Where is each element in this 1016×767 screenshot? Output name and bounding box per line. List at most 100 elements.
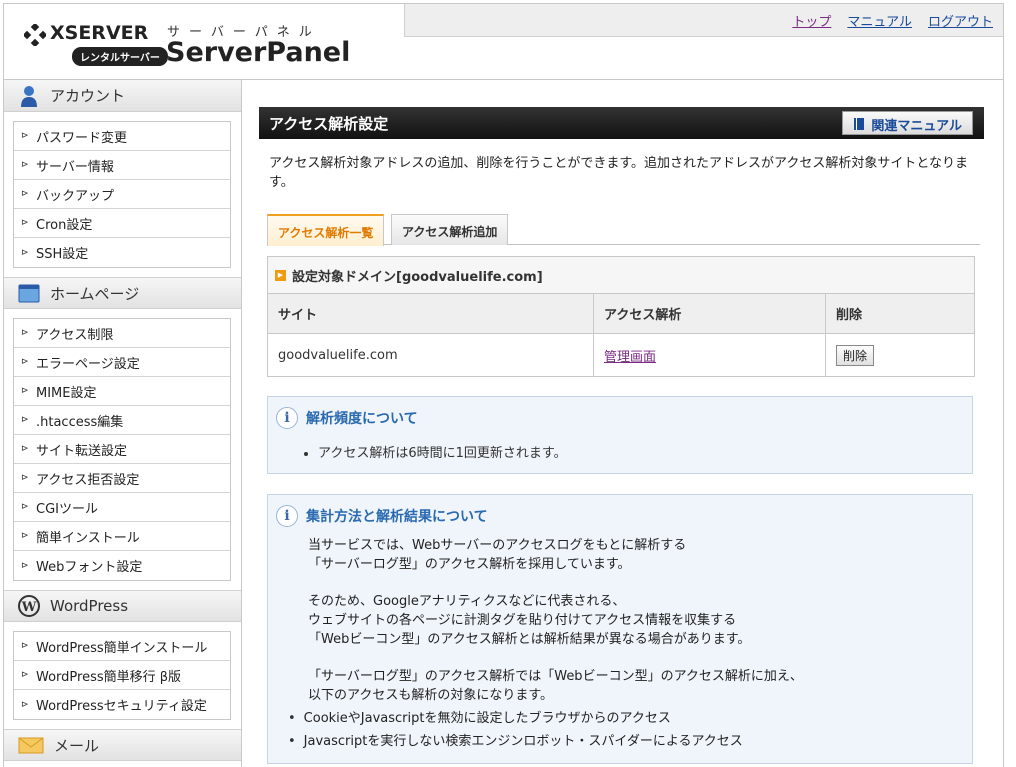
- sidebar-item-label: Webフォント設定: [36, 560, 143, 575]
- sidebar-item-webfont[interactable]: ⊳ Webフォント設定: [14, 551, 230, 580]
- sidebar-item-server-info[interactable]: ⊳ サーバー情報: [14, 151, 230, 180]
- delete-cell: 削除: [826, 334, 974, 376]
- table-header-analysis: アクセス解析: [594, 294, 826, 333]
- panel-title: ServerPanel: [166, 37, 351, 68]
- sidebar-item-easy-install[interactable]: ⊳ 簡単インストール: [14, 522, 230, 551]
- sidebar-section-homepage[interactable]: ホームページ: [4, 277, 241, 309]
- sidebar-section-account[interactable]: アカウント: [4, 80, 241, 112]
- info-title: 解析頻度について: [306, 411, 418, 427]
- top-nav: トップ マニュアル ログアウト: [792, 11, 993, 30]
- page-description: アクセス解析対象アドレスの追加、削除を行うことができます。追加されたアドレスがア…: [269, 156, 969, 190]
- arrow-icon: ⊳: [21, 160, 29, 170]
- sidebar-item-label: SSH設定: [36, 247, 89, 262]
- info-paragraph: そのため、Googleアナリティクスなどに代表される、 ウェブサイトの各ページに計…: [308, 592, 803, 649]
- sidebar-section-wordpress[interactable]: W WordPress: [4, 590, 241, 622]
- info-list: CookieやJavascriptを無効に設定したブラウザからのアクセス Jav…: [288, 707, 803, 753]
- sidebar-item-label: アクセス拒否設定: [36, 472, 140, 488]
- arrow-icon: ⊳: [21, 415, 29, 425]
- sidebar-item-label: .htaccess編集: [36, 414, 124, 430]
- related-manual-button[interactable]: 関連マニュアル: [842, 111, 973, 135]
- table-row: goodvaluelife.com 管理画面 削除: [268, 334, 974, 376]
- sidebar-item-label: サイト転送設定: [36, 443, 128, 459]
- person-icon: [21, 85, 37, 107]
- sidebar-list-homepage: ⊳ アクセス制限 ⊳ エラーページ設定 ⊳ MIME設定 ⊳ .htaccess編集 ⊳…: [13, 318, 231, 581]
- sidebar-item-access-deny[interactable]: ⊳ アクセス拒否設定: [14, 464, 230, 493]
- header-nav-bar: トップ マニュアル ログアウト: [404, 4, 1003, 37]
- sidebar-item-cgi[interactable]: ⊳ CGIツール: [14, 493, 230, 522]
- svg-text:W: W: [21, 600, 37, 615]
- sidebar-item-label: エラーページ設定: [36, 356, 140, 372]
- info-icon: i: [276, 407, 298, 429]
- info-text: 当サービスでは、Webサーバーのアクセスログをもとに解析する 「サーバーログ型」の…: [304, 536, 803, 753]
- info-line: 当サービスでは、Webサーバーのアクセスログをもとに解析する: [308, 538, 687, 553]
- sidebar-item-label: CGIツール: [36, 501, 98, 517]
- sidebar-section-mail[interactable]: メール: [4, 729, 241, 761]
- header: XSERVER レンタルサーバー サーバーパネル ServerPanel トップ…: [3, 3, 1004, 80]
- sidebar-item-label: 簡単インストール: [36, 530, 140, 546]
- info-bullet: Javascriptを実行しない検索エンジンロボット・スパイダーによるアクセス: [288, 730, 803, 753]
- tab-access-list[interactable]: アクセス解析一覧: [267, 214, 385, 246]
- info-title: 集計方法と解析結果について: [306, 509, 488, 525]
- section-title: WordPress: [50, 597, 129, 615]
- sidebar-item-wp-migrate[interactable]: ⊳ WordPress簡単移行 β版: [14, 661, 230, 690]
- arrow-icon: ⊳: [21, 357, 29, 367]
- sidebar-item-ssh[interactable]: ⊳ SSH設定: [14, 238, 230, 267]
- info-line: 以下のアクセスも解析の対象になります。: [308, 688, 554, 703]
- webpage-icon: [18, 284, 40, 303]
- sidebar-item-label: バックアップ: [36, 188, 115, 204]
- sidebar-item-label: パスワード変更: [36, 130, 128, 146]
- nav-logout-link[interactable]: ログアウト: [928, 11, 993, 30]
- info-bullet: CookieやJavascriptを無効に設定したブラウザからのアクセス: [288, 707, 803, 730]
- info-line: 「Webビーコン型」のアクセス解析とは解析結果が異なる場合があります。: [308, 632, 751, 647]
- related-manual-label: 関連マニュアル: [871, 118, 962, 134]
- sidebar-item-password[interactable]: ⊳ パスワード変更: [14, 122, 230, 151]
- sidebar-item-access-limit[interactable]: ⊳ アクセス制限: [14, 319, 230, 348]
- sidebar-item-redirect[interactable]: ⊳ サイト転送設定: [14, 435, 230, 464]
- sidebar-item-label: WordPress簡単インストール: [36, 640, 208, 656]
- arrow-icon: ⊳: [21, 531, 29, 541]
- arrow-icon: ⊳: [21, 218, 29, 228]
- sidebar-item-cron[interactable]: ⊳ Cron設定: [14, 209, 230, 238]
- mail-icon: [18, 737, 44, 754]
- arrow-icon: ⊳: [21, 131, 29, 141]
- info-icon: i: [276, 505, 298, 527]
- sidebar-item-error-page[interactable]: ⊳ エラーページ設定: [14, 348, 230, 377]
- sidebar-item-wp-security[interactable]: ⊳ WordPressセキュリティ設定: [14, 690, 230, 719]
- nav-manual-link[interactable]: マニュアル: [847, 11, 912, 30]
- nav-top-link[interactable]: トップ: [792, 11, 831, 30]
- sidebar-item-label: WordPressセキュリティ設定: [36, 699, 207, 714]
- domain-caption: ▶ 設定対象ドメイン[goodvaluelife.com]: [268, 257, 974, 294]
- logo-name: XSERVER: [50, 22, 149, 44]
- arrow-icon: ⊳: [21, 247, 29, 258]
- arrow-right-icon: ▶: [275, 269, 286, 281]
- sidebar-item-label: サーバー情報: [36, 159, 114, 175]
- wordpress-icon: W: [18, 595, 40, 617]
- admin-page-link[interactable]: 管理画面: [604, 346, 656, 365]
- sidebar-item-wp-install[interactable]: ⊳ WordPress簡単インストール: [14, 632, 230, 661]
- section-title: メール: [54, 736, 100, 755]
- info-line: 「サーバーログ型」のアクセス解析を採用しています。: [308, 557, 631, 572]
- info-box-frequency: i 解析頻度について アクセス解析は6時間に1回更新されます。: [267, 396, 973, 474]
- info-paragraph: 当サービスでは、Webサーバーのアクセスログをもとに解析する 「サーバーログ型」の…: [308, 536, 803, 574]
- sidebar-item-backup[interactable]: ⊳ バックアップ: [14, 180, 230, 209]
- site-cell: goodvaluelife.com: [268, 334, 594, 376]
- tab-access-add[interactable]: アクセス解析追加: [391, 214, 509, 245]
- info-list: アクセス解析は6時間に1回更新されます。: [318, 442, 567, 461]
- sidebar-item-htaccess[interactable]: ⊳ .htaccess編集: [14, 406, 230, 435]
- delete-button[interactable]: 削除: [836, 344, 875, 366]
- arrow-icon: ⊳: [21, 386, 29, 396]
- table-header-site: サイト: [268, 294, 594, 333]
- arrow-icon: ⊳: [21, 641, 29, 651]
- sidebar-item-mime[interactable]: ⊳ MIME設定: [14, 377, 230, 406]
- info-bullet: アクセス解析は6時間に1回更新されます。: [318, 442, 567, 461]
- tab-bar: アクセス解析一覧 アクセス解析追加: [267, 213, 980, 246]
- sidebar-item-label: アクセス制限: [36, 327, 114, 343]
- arrow-icon: ⊳: [21, 699, 29, 710]
- main-content: アクセス解析設定 関連マニュアル アクセス解析対象アドレスの追加、削除を行うこと…: [242, 80, 1004, 767]
- section-title: アカウント: [50, 87, 126, 105]
- info-line: そのため、Googleアナリティクスなどに代表される、: [308, 594, 626, 609]
- arrow-icon: ⊳: [21, 189, 29, 199]
- page-title-bar: アクセス解析設定 関連マニュアル: [259, 107, 984, 139]
- sidebar-item-label: MIME設定: [36, 385, 97, 401]
- arrow-icon: ⊳: [21, 473, 29, 483]
